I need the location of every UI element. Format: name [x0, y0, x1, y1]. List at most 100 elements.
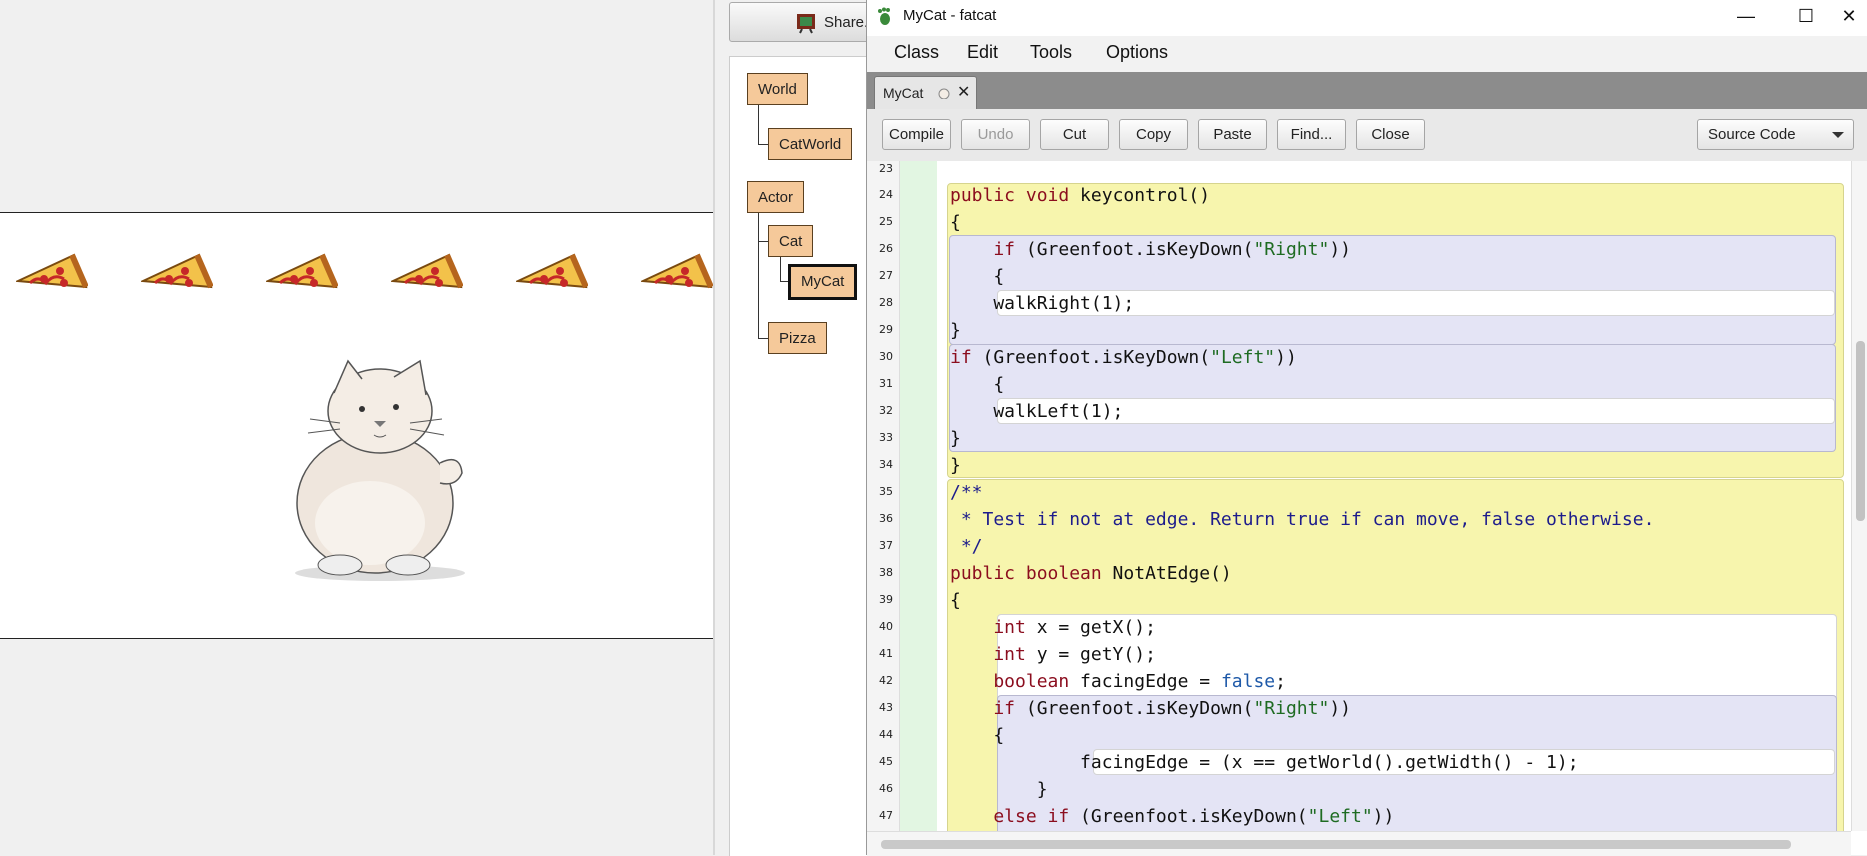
tab-close-icon[interactable]: ✕ [957, 82, 970, 102]
compile-button[interactable]: Compile [882, 119, 951, 150]
line-number: 38 [879, 566, 893, 579]
line-number: 34 [879, 458, 893, 471]
line-number: 42 [879, 674, 893, 687]
pizza-actor[interactable] [641, 251, 713, 303]
close-button[interactable]: Close [1356, 119, 1425, 150]
code-token: if [950, 698, 1016, 719]
view-select-value: Source Code [1708, 126, 1796, 143]
inheritance-line [758, 241, 768, 242]
code-token: )) [1329, 239, 1351, 260]
world-view[interactable] [0, 212, 713, 639]
pizza-actor[interactable] [391, 251, 463, 303]
find-button[interactable]: Find... [1277, 119, 1346, 150]
line-number: 28 [879, 296, 893, 309]
code-line: if (Greenfoot.isKeyDown("Left")) [950, 347, 1297, 368]
code-editor[interactable]: 23 24 25 26 27 28 29 30 31 32 33 34 35 3… [867, 161, 1851, 831]
pizza-actor[interactable] [266, 251, 338, 303]
code-token: int [950, 617, 1026, 638]
menu-edit[interactable]: Edit [967, 42, 998, 63]
paste-button[interactable]: Paste [1198, 119, 1267, 150]
class-pizza[interactable]: Pizza [768, 322, 827, 354]
window-title: MyCat - fatcat [903, 7, 997, 24]
tab-mycat[interactable]: MyCat ✕ [874, 76, 977, 109]
code-line: } [950, 428, 961, 449]
vertical-scrollbar[interactable] [1851, 161, 1867, 831]
scrollbar-thumb[interactable] [881, 840, 1791, 849]
pizza-actor[interactable] [516, 251, 588, 303]
code-token: (Greenfoot.isKeyDown( [1069, 806, 1308, 827]
code-token: (Greenfoot.isKeyDown( [1015, 698, 1254, 719]
scrollbar-thumb[interactable] [1856, 341, 1865, 521]
code-token: ; [1275, 671, 1286, 692]
line-number: 43 [879, 701, 893, 714]
line-number: 25 [879, 215, 893, 228]
undo-button[interactable]: Undo [961, 119, 1030, 150]
class-cat[interactable]: Cat [768, 225, 814, 257]
line-number: 41 [879, 647, 893, 660]
view-select[interactable]: Source Code [1697, 119, 1854, 150]
code-token: )) [1275, 347, 1297, 368]
code-comment: */ [950, 536, 983, 557]
cut-button[interactable]: Cut [1040, 119, 1109, 150]
tab-label: MyCat [883, 85, 924, 101]
breakpoint-column[interactable] [900, 161, 937, 831]
line-number: 29 [879, 323, 893, 336]
line-number: 46 [879, 782, 893, 795]
menu-class[interactable]: Class [894, 42, 939, 63]
line-number: 31 [879, 377, 893, 390]
code-token: int [950, 644, 1026, 665]
class-mycat[interactable]: MyCat [788, 264, 858, 300]
title-bar[interactable]: MyCat - fatcat — ☐ ✕ [867, 0, 1867, 32]
line-number: 44 [879, 728, 893, 741]
inheritance-line [758, 144, 768, 145]
panel-divider[interactable] [713, 0, 715, 855]
line-number: 23 [879, 162, 893, 175]
share-button[interactable]: Share... [729, 2, 881, 42]
code-token: boolean [950, 671, 1070, 692]
code-token: y = getY(); [1025, 644, 1156, 665]
pizza-actor[interactable] [16, 251, 88, 303]
tab-bar: MyCat ✕ [867, 72, 1867, 109]
code-line: { [950, 212, 961, 233]
code-comment: * Test if not at edge. Return true if ca… [950, 509, 1655, 530]
maximize-button[interactable]: ☐ [1778, 0, 1834, 32]
code-line: { [950, 374, 1005, 395]
menu-bar: Class Edit Tools Options [867, 36, 1867, 72]
copy-button[interactable]: Copy [1119, 119, 1188, 150]
class-actor[interactable]: Actor [747, 181, 805, 213]
pizza-actor[interactable] [141, 251, 213, 303]
code-line: } [950, 779, 1048, 800]
class-catworld[interactable]: CatWorld [768, 128, 853, 160]
code-line: facingEdge = (x == getWorld().getWidth()… [950, 752, 1579, 773]
code-line: else if (Greenfoot.isKeyDown("Left")) [950, 806, 1394, 827]
code-token: else if [950, 806, 1070, 827]
horizontal-scrollbar[interactable] [867, 831, 1851, 856]
code-line: public boolean NotAtEdge() [950, 563, 1232, 584]
code-token: if [950, 239, 1016, 260]
close-window-button[interactable]: ✕ [1830, 0, 1867, 32]
code-line: if (Greenfoot.isKeyDown("Right")) [950, 698, 1351, 719]
inheritance-line [758, 338, 768, 339]
code-line: walkRight(1); [950, 293, 1135, 314]
line-number: 45 [879, 755, 893, 768]
code-line: { [950, 590, 961, 611]
inheritance-line [780, 257, 781, 281]
code-token: keycontrol() [1069, 185, 1211, 206]
class-world[interactable]: World [747, 73, 808, 105]
code-line: boolean facingEdge = false; [950, 671, 1286, 692]
code-token: if [950, 347, 972, 368]
code-line: walkLeft(1); [950, 401, 1124, 422]
cat-actor[interactable] [270, 343, 500, 583]
menu-tools[interactable]: Tools [1030, 42, 1072, 63]
minimize-button[interactable]: — [1718, 0, 1774, 32]
line-number: 35 [879, 485, 893, 498]
chevron-down-icon [1832, 132, 1844, 138]
code-line: int y = getY(); [950, 644, 1156, 665]
code-token: "Left" [1307, 806, 1373, 827]
line-number: 24 [879, 188, 893, 201]
code-token: )) [1329, 698, 1351, 719]
menu-options[interactable]: Options [1106, 42, 1168, 63]
code-token: "Right" [1253, 239, 1330, 260]
share-icon [797, 14, 815, 34]
line-number: 40 [879, 620, 893, 633]
